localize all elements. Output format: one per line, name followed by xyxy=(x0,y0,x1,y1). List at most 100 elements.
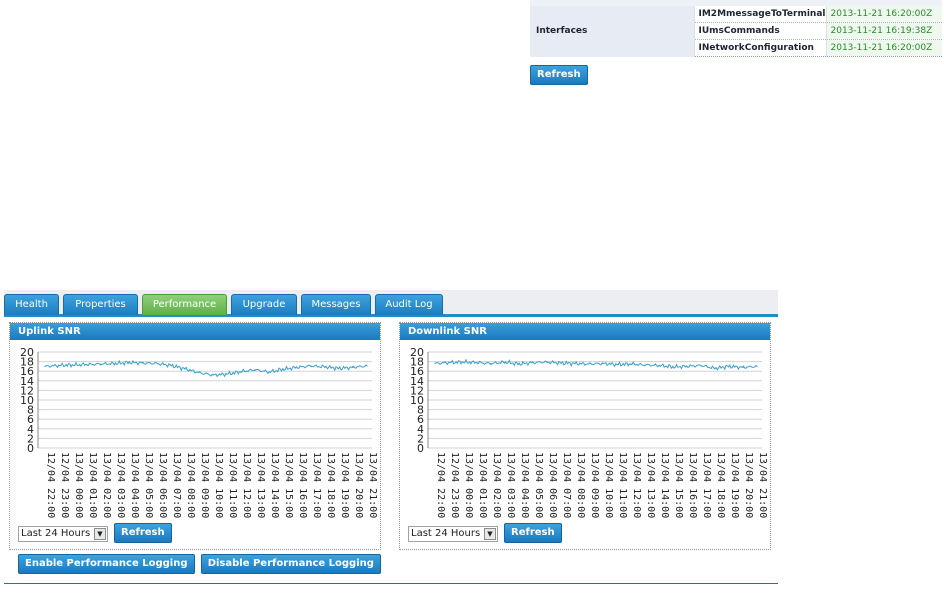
x-tick-label: 13/04 02:00 xyxy=(101,452,112,518)
x-tick-label: 13/04 07:00 xyxy=(171,452,182,518)
x-tick-label: 13/04 13:00 xyxy=(255,452,266,518)
snr-data-point xyxy=(366,365,368,367)
enable-performance-logging-button[interactable]: Enable Performance Logging xyxy=(18,554,195,574)
x-tick-label: 13/04 03:00 xyxy=(505,452,516,518)
time-range-value: Last 24 Hours xyxy=(21,528,91,539)
interface-name: IUmsCommands xyxy=(693,22,826,40)
snr-data-point xyxy=(44,365,46,367)
snr-data-point xyxy=(756,365,758,367)
snr-data-point xyxy=(434,362,436,365)
x-tick-label: 13/04 21:00 xyxy=(757,452,768,518)
snr-data-point xyxy=(504,361,506,363)
time-range-select[interactable]: Last 24 Hours ▼ xyxy=(18,526,108,542)
snr-data-point xyxy=(170,364,172,367)
snr-data-point xyxy=(560,362,562,364)
x-tick-label: 13/04 20:00 xyxy=(353,452,364,518)
tab-upgrade[interactable]: Upgrade xyxy=(231,294,297,315)
x-tick-label: 12/04 22:00 xyxy=(45,452,56,518)
interface-timestamp: 2013-11-21 16:20:00Z xyxy=(825,6,942,23)
interfaces-refresh-button[interactable]: Refresh xyxy=(530,65,588,85)
x-tick-label: 13/04 21:00 xyxy=(367,452,378,518)
snr-data-point xyxy=(630,363,632,365)
interface-name: IM2MmessageToTerminal xyxy=(693,6,826,23)
snr-data-point xyxy=(114,362,116,365)
x-tick-label: 13/04 10:00 xyxy=(603,452,614,518)
snr-data-point xyxy=(490,362,492,365)
snr-data-point xyxy=(658,364,660,367)
x-tick-label: 13/04 17:00 xyxy=(701,452,712,518)
x-tick-label: 13/04 09:00 xyxy=(199,452,210,518)
chevron-down-icon[interactable]: ▼ xyxy=(484,528,496,540)
chart-refresh-button[interactable]: Refresh xyxy=(504,523,562,543)
snr-data-point xyxy=(268,371,270,373)
x-tick-label: 13/04 10:00 xyxy=(213,452,224,518)
snr-data-point xyxy=(476,361,478,364)
x-tick-label: 13/04 14:00 xyxy=(269,452,280,518)
snr-data-point xyxy=(86,363,88,366)
x-tick-label: 13/04 09:00 xyxy=(589,452,600,518)
snr-data-point xyxy=(714,367,716,369)
snr-data-point xyxy=(58,364,60,367)
x-tick-label: 13/04 02:00 xyxy=(491,452,502,518)
x-tick-label: 13/04 04:00 xyxy=(129,452,140,518)
snr-data-point xyxy=(142,362,144,364)
interface-timestamp: 2013-11-21 16:20:00Z xyxy=(825,39,942,57)
time-range-select[interactable]: Last 24 Hours ▼ xyxy=(408,526,498,542)
snr-data-point xyxy=(338,367,340,369)
interface-timestamp: 2013-11-21 16:19:38Z xyxy=(825,22,942,40)
snr-data-point xyxy=(644,364,646,366)
chart-title: Downlink SNR xyxy=(400,323,770,340)
snr-data-point xyxy=(518,363,520,365)
snr-data-point xyxy=(532,361,534,364)
disable-performance-logging-button[interactable]: Disable Performance Logging xyxy=(200,554,381,574)
snr-data-point xyxy=(588,363,590,365)
x-tick-label: 12/04 23:00 xyxy=(449,452,460,518)
x-tick-label: 13/04 14:00 xyxy=(659,452,670,518)
tab-strip: Health Properties Performance Upgrade Me… xyxy=(4,290,778,317)
snr-data-point xyxy=(462,361,464,363)
snr-data-point xyxy=(686,365,688,367)
x-tick-label: 13/04 04:00 xyxy=(519,452,530,518)
x-tick-label: 13/04 19:00 xyxy=(729,452,740,518)
x-tick-label: 13/04 00:00 xyxy=(463,452,474,518)
x-tick-label: 13/04 15:00 xyxy=(673,452,684,518)
snr-series-line xyxy=(44,359,367,378)
snr-data-point xyxy=(296,366,298,368)
x-tick-label: 13/04 01:00 xyxy=(477,452,488,518)
snr-data-point xyxy=(602,362,604,365)
tab-performance[interactable]: Performance xyxy=(142,294,227,315)
x-tick-label: 13/04 11:00 xyxy=(227,452,238,518)
x-tick-label: 13/04 08:00 xyxy=(185,452,196,518)
chart-refresh-button[interactable]: Refresh xyxy=(114,523,172,543)
x-tick-label: 13/04 06:00 xyxy=(157,452,168,518)
device-tab-panel: Health Properties Performance Upgrade Me… xyxy=(4,290,778,584)
chevron-down-icon[interactable]: ▼ xyxy=(94,528,106,540)
x-tick-label: 12/04 22:00 xyxy=(435,452,446,518)
snr-data-point xyxy=(574,362,576,365)
x-tick-label: 13/04 19:00 xyxy=(339,452,350,518)
interfaces-label: Interfaces xyxy=(530,6,694,57)
x-tick-label: 13/04 06:00 xyxy=(547,452,558,518)
tab-health[interactable]: Health xyxy=(4,294,59,315)
downlink-snr-panel: Downlink SNR 0 2 4 6 8 10 12 14 16 18 20 12/04 22:0… xyxy=(399,322,771,550)
snr-data-point xyxy=(226,373,228,375)
tab-properties[interactable]: Properties xyxy=(63,294,138,315)
x-tick-label: 13/04 00:00 xyxy=(73,452,84,518)
x-tick-label: 13/04 20:00 xyxy=(743,452,754,518)
tab-messages[interactable]: Messages xyxy=(301,294,371,315)
snr-data-point xyxy=(198,372,200,374)
tab-audit-log[interactable]: Audit Log xyxy=(375,294,443,315)
snr-data-point xyxy=(728,365,730,367)
x-tick-label: 13/04 05:00 xyxy=(143,452,154,518)
snr-data-point xyxy=(310,365,312,367)
chart-title: Uplink SNR xyxy=(10,323,380,340)
snr-data-point xyxy=(282,368,284,370)
snr-data-point xyxy=(212,374,214,376)
table-row: Interfaces IM2MmessageToTerminal 2013-11… xyxy=(530,6,942,57)
x-tick-label: 13/04 12:00 xyxy=(631,452,642,518)
x-tick-label: 13/04 15:00 xyxy=(283,452,294,518)
snr-data-point xyxy=(254,369,256,371)
interfaces-table: Interfaces IM2MmessageToTerminal 2013-11… xyxy=(530,0,942,57)
x-tick-label: 13/04 18:00 xyxy=(325,452,336,518)
snr-data-point xyxy=(240,371,242,373)
